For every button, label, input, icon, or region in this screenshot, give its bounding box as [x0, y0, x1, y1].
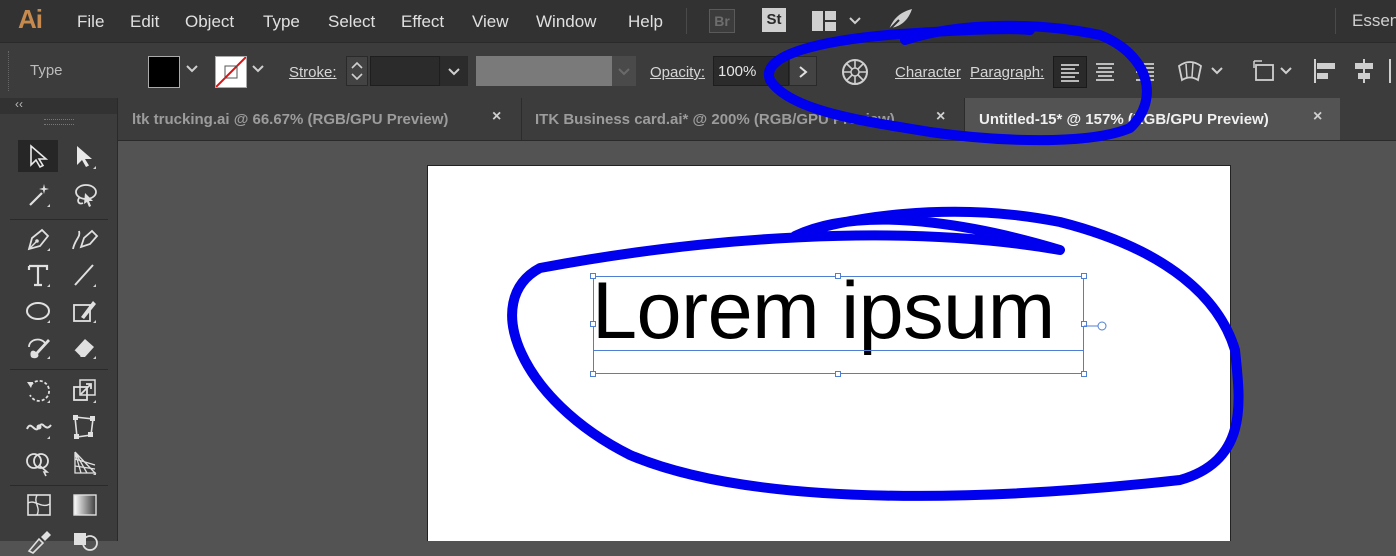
- align-horizontal-centers-icon[interactable]: [1350, 57, 1378, 85]
- align-left-button[interactable]: [1053, 56, 1087, 88]
- character-panel-link[interactable]: Character: [895, 64, 961, 81]
- gradient-tool[interactable]: [64, 488, 104, 520]
- curvature-tool[interactable]: [64, 222, 104, 254]
- align-left-edges-icon[interactable]: [1311, 57, 1339, 85]
- opacity-expand-button[interactable]: [789, 56, 817, 86]
- menu-help[interactable]: Help: [628, 12, 663, 32]
- variable-width-profile-dropdown[interactable]: [476, 56, 612, 86]
- free-transform-tool[interactable]: [64, 410, 104, 442]
- pen-tool[interactable]: [18, 222, 58, 254]
- close-tab-icon[interactable]: ×: [492, 108, 501, 126]
- line-segment-tool[interactable]: [64, 258, 104, 290]
- align-right-edges-icon[interactable]: [1386, 57, 1396, 85]
- resize-handle-bottom-left[interactable]: [590, 371, 596, 377]
- resize-handle-left[interactable]: [590, 321, 596, 327]
- align-center-button[interactable]: [1089, 56, 1123, 88]
- tools-panel: ‹‹: [0, 97, 118, 554]
- text-type-toggle-handle[interactable]: [1084, 319, 1108, 331]
- menu-type[interactable]: Type: [263, 12, 300, 32]
- stroke-swatch[interactable]: [215, 56, 247, 88]
- illustrator-logo: Ai: [18, 4, 43, 34]
- envelope-distort-icon[interactable]: [1176, 58, 1226, 84]
- shaper-tool[interactable]: [64, 294, 104, 326]
- magic-wand-tool[interactable]: [18, 178, 58, 210]
- tab-title: ltk trucking.ai @ 66.67% (RGB/GPU Previe…: [132, 111, 449, 128]
- lasso-tool[interactable]: [64, 178, 104, 210]
- transform-icon[interactable]: [1252, 58, 1294, 84]
- tools-panel-header: ‹‹: [0, 97, 117, 114]
- fill-dropdown-chevron-icon[interactable]: [185, 62, 199, 79]
- tab-itk-business-card[interactable]: ITK Business card.ai* @ 200% (RGB/GPU Pr…: [521, 98, 965, 140]
- stroke-weight-stepper[interactable]: [346, 56, 368, 86]
- resize-handle-bottom[interactable]: [835, 371, 841, 377]
- eyedropper-tool[interactable]: [18, 524, 58, 556]
- shape-builder-tool[interactable]: [18, 446, 58, 478]
- workspace-switcher[interactable]: Essen: [1352, 11, 1396, 31]
- tab-title: ITK Business card.ai* @ 200% (RGB/GPU Pr…: [535, 111, 895, 128]
- close-tab-icon[interactable]: ×: [1313, 108, 1322, 126]
- text-bounding-box[interactable]: [593, 276, 1084, 374]
- menu-file[interactable]: File: [77, 12, 104, 32]
- direct-selection-tool[interactable]: [64, 140, 104, 172]
- width-tool[interactable]: [18, 410, 58, 442]
- stroke-label[interactable]: Stroke:: [289, 64, 337, 81]
- paintbrush-tool[interactable]: [18, 330, 58, 362]
- blend-tool[interactable]: [64, 524, 104, 556]
- arrange-documents-icon[interactable]: [811, 9, 863, 33]
- tools-panel-grip[interactable]: [44, 119, 74, 125]
- rotate-tool[interactable]: [18, 374, 58, 406]
- stock-button[interactable]: St: [762, 8, 786, 32]
- resize-handle-bottom-right[interactable]: [1081, 371, 1087, 377]
- resize-handle-top-right[interactable]: [1081, 273, 1087, 279]
- ellipse-tool[interactable]: [18, 294, 58, 326]
- opacity-label[interactable]: Opacity:: [650, 64, 705, 81]
- menu-edit[interactable]: Edit: [130, 12, 159, 32]
- document-tabs: ltk trucking.ai @ 66.67% (RGB/GPU Previe…: [118, 98, 1396, 141]
- brush-definition-dropdown[interactable]: [612, 56, 636, 86]
- mesh-tool[interactable]: [18, 488, 58, 520]
- menu-effect[interactable]: Effect: [401, 12, 444, 32]
- tab-title: Untitled-15* @ 157% (RGB/GPU Preview): [979, 111, 1269, 128]
- collapse-panel-icon[interactable]: ‹‹: [15, 97, 23, 111]
- align-right-button[interactable]: [1129, 56, 1163, 88]
- close-tab-icon[interactable]: ×: [936, 108, 945, 126]
- stroke-weight-dropdown[interactable]: [440, 56, 468, 86]
- paragraph-panel-link[interactable]: Paragraph:: [970, 64, 1044, 81]
- resize-handle-top[interactable]: [835, 273, 841, 279]
- menu-window[interactable]: Window: [536, 12, 596, 32]
- fill-swatch[interactable]: [148, 56, 180, 88]
- menu-divider-right: [1335, 8, 1336, 34]
- stroke-weight-field[interactable]: [370, 56, 440, 86]
- control-bar-grip[interactable]: [8, 51, 13, 91]
- menu-view[interactable]: View: [472, 12, 509, 32]
- resize-handle-top-left[interactable]: [590, 273, 596, 279]
- recolor-artwork-icon[interactable]: [841, 58, 869, 86]
- eraser-tool[interactable]: [64, 330, 104, 362]
- menu-divider: [686, 8, 687, 34]
- tab-untitled-15[interactable]: Untitled-15* @ 157% (RGB/GPU Preview) ×: [965, 98, 1340, 140]
- text-baseline: [593, 350, 1084, 351]
- menu-select[interactable]: Select: [328, 12, 375, 32]
- gpu-performance-icon[interactable]: [885, 6, 915, 34]
- bridge-button[interactable]: Br: [709, 9, 735, 33]
- type-tool[interactable]: [18, 258, 58, 290]
- opacity-field[interactable]: 100%: [713, 56, 789, 86]
- menu-bar: Ai File Edit Object Type Select Effect V…: [0, 0, 1396, 42]
- selection-type-label: Type: [30, 62, 63, 79]
- control-bar: Type Stroke: Opacity: 100% Character Par…: [0, 42, 1396, 99]
- tab-ltk-trucking[interactable]: ltk trucking.ai @ 66.67% (RGB/GPU Previe…: [118, 98, 526, 140]
- scale-tool[interactable]: [64, 374, 104, 406]
- menu-object[interactable]: Object: [185, 12, 234, 32]
- perspective-grid-tool[interactable]: [64, 446, 104, 478]
- stroke-dropdown-chevron-icon[interactable]: [251, 62, 265, 79]
- selection-tool[interactable]: [18, 140, 58, 172]
